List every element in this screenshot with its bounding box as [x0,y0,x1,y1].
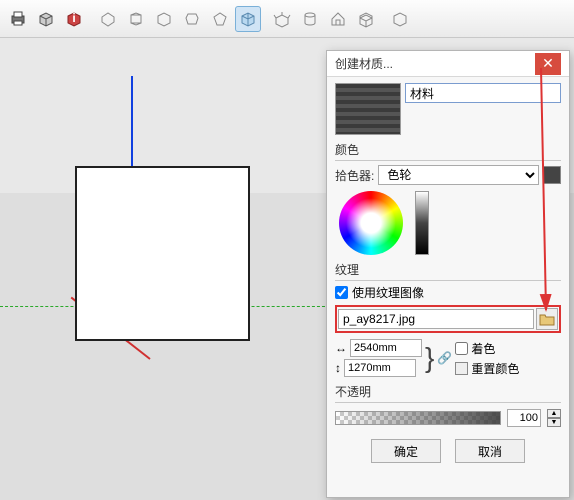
texture-height-input[interactable] [344,359,416,377]
tool-shape1-icon[interactable] [95,6,121,32]
height-icon: ↕ [335,361,341,375]
reset-color-label: 重置颜色 [471,360,519,377]
tool-cylinder-icon[interactable] [297,6,323,32]
brace-icon: } [425,347,434,369]
color-swatch-icon[interactable] [543,166,561,184]
cancel-button[interactable]: 取消 [455,439,525,463]
tool-info-icon[interactable]: i [61,6,87,32]
tool-shape4-icon[interactable] [179,6,205,32]
opacity-section-label: 不透明 [335,383,561,403]
tool-box-icon[interactable] [33,6,59,32]
browse-file-icon[interactable] [536,308,558,330]
tool-shape2-icon[interactable] [123,6,149,32]
picker-select[interactable]: 色轮 [378,165,539,185]
picker-label: 拾色器: [335,167,374,184]
colorize-label: 着色 [471,340,495,357]
brightness-slider[interactable] [415,191,429,255]
tool-shape5-icon[interactable] [207,6,233,32]
texture-width-input[interactable] [350,339,422,357]
texture-file-input[interactable] [338,309,534,329]
tool-shade-icon[interactable] [235,6,261,32]
close-icon[interactable]: ✕ [535,53,561,75]
dialog-title-text: 创建材质... [335,55,535,72]
colorize-checkbox[interactable] [455,342,468,355]
tool-print-icon[interactable] [5,6,31,32]
tool-chest-icon[interactable] [353,6,379,32]
opacity-slider[interactable] [335,411,501,425]
tool-cube-icon[interactable] [387,6,413,32]
svg-text:i: i [72,11,75,25]
use-texture-label: 使用纹理图像 [352,284,424,301]
tool-openbox-icon[interactable] [269,6,295,32]
create-material-dialog: 创建材质... ✕ 颜色 拾色器: 色轮 纹理 [326,50,570,498]
link-aspect-icon[interactable]: 🔗 [437,351,452,365]
color-section-label: 颜色 [335,141,561,161]
opacity-input[interactable] [507,409,541,427]
width-icon: ↔ [335,341,347,355]
opacity-spinner[interactable]: ▲▼ [547,409,561,427]
model-face[interactable] [75,166,250,341]
color-wheel[interactable] [339,191,403,255]
texture-section-label: 纹理 [335,261,561,281]
tool-shape3-icon[interactable] [151,6,177,32]
axis-blue [131,76,133,166]
reset-color-icon[interactable] [455,362,468,375]
dialog-titlebar[interactable]: 创建材质... ✕ [327,51,569,77]
ok-button[interactable]: 确定 [371,439,441,463]
tool-house-icon[interactable] [325,6,351,32]
use-texture-checkbox[interactable] [335,286,348,299]
material-preview [335,83,401,135]
main-toolbar: i [0,0,574,38]
material-name-input[interactable] [405,83,561,103]
